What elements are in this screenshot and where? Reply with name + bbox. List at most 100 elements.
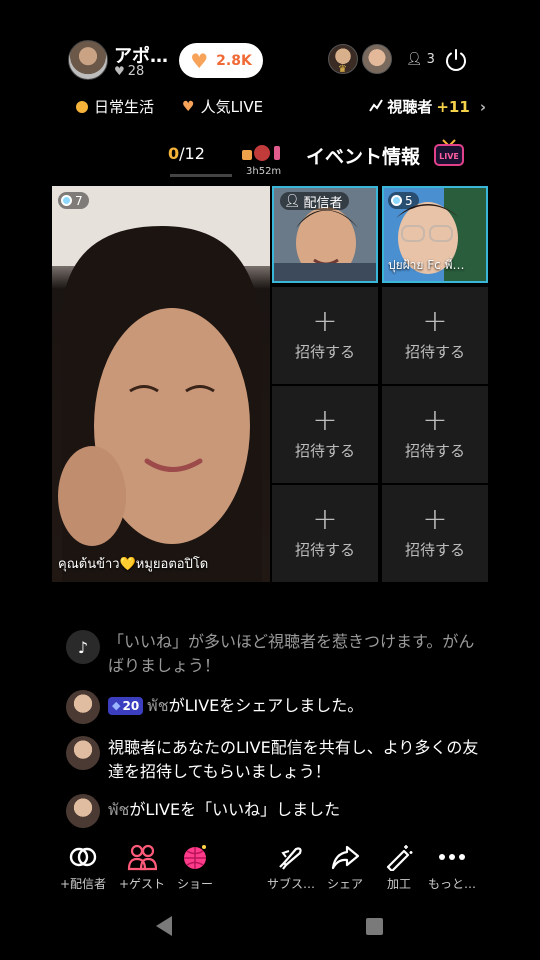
guests-icon xyxy=(127,844,157,871)
progress-total: /12 xyxy=(179,144,205,163)
host-avatar[interactable] xyxy=(68,40,108,80)
host-role-tag: 👤︎ 配信者 xyxy=(280,192,349,211)
subscription-button[interactable]: サブス… xyxy=(261,843,321,892)
message-body: がLIVEを「いいね」しました xyxy=(129,800,341,819)
level-badge[interactable]: ◆ 20 xyxy=(108,697,144,715)
svg-text:LIVE: LIVE xyxy=(439,152,459,161)
viewer-count-value: 7 xyxy=(75,193,83,208)
plus-icon: + xyxy=(312,502,338,537)
progress-underline xyxy=(170,174,232,177)
tiktok-logo-icon: ♪ xyxy=(66,630,100,664)
system-tip-text: 「いいね」が多いほど視聴者を惹きつけます。がんばりましょう！ xyxy=(108,632,475,675)
event-timer: 3h52m xyxy=(246,166,282,177)
eye-icon xyxy=(391,195,402,206)
level-value: 20 xyxy=(122,699,140,713)
username[interactable]: พัช xyxy=(147,696,168,715)
host-video-cell[interactable]: 👤︎ 配信者 xyxy=(272,186,378,283)
effects-label: 加工 xyxy=(386,877,411,891)
heart-icon: ♥ xyxy=(114,64,125,78)
viewers-ranking-link[interactable]: 視聴者 +11 › xyxy=(369,96,486,117)
person-icon: 👤︎ xyxy=(406,52,427,67)
invite-label: 招待する xyxy=(294,442,355,460)
like-count: 2.8K xyxy=(216,52,252,69)
host-avatar-small[interactable] xyxy=(66,736,100,770)
message-body: がLIVEをシェアしました。 xyxy=(168,696,364,715)
live-tv-icon[interactable]: LIVE xyxy=(433,139,465,167)
crown-icon: ♛ xyxy=(338,64,347,75)
invite-label: 招待する xyxy=(404,343,465,361)
host-likes: ♥ 28 xyxy=(114,64,144,79)
invite-slot[interactable]: + 招待する xyxy=(382,485,488,582)
invite-slot[interactable]: + 招待する xyxy=(272,287,378,384)
top-viewer-avatar[interactable]: ♛ xyxy=(328,44,358,75)
viewers-delta: +11 xyxy=(436,97,470,116)
viewer-count-badge: 7 xyxy=(58,192,89,209)
add-host-button[interactable]: +配信者 xyxy=(53,843,113,892)
viewer-count[interactable]: 👤︎ 3 xyxy=(406,52,435,67)
plus-icon: + xyxy=(312,304,338,339)
invite-label: 招待する xyxy=(404,442,465,460)
guest-name-caption: คุณต้นข้าว💛หมูยอตอปิโด xyxy=(58,557,209,572)
invite-label: 招待する xyxy=(294,343,355,361)
heart-icon: ♥ xyxy=(190,48,209,73)
person-icon: 👤︎ xyxy=(284,193,301,209)
invite-label: 招待する xyxy=(404,541,465,559)
tag-popular-live-label: 人気LIVE xyxy=(200,98,264,116)
chat-message-text: พัชがLIVEを「いいね」しました xyxy=(108,798,480,822)
add-guest-label: +ゲスト xyxy=(118,877,166,891)
subscription-label: サブス… xyxy=(266,877,315,891)
invite-slot[interactable]: + 招待する xyxy=(272,386,378,483)
rocket-icon xyxy=(279,847,302,870)
more-icon xyxy=(439,854,465,860)
magic-wand-icon xyxy=(386,845,413,871)
chat-message-text: 視聴者にあなたのLIVE配信を共有し、より多くの友達を招待してもらいましょう！ xyxy=(108,738,479,781)
viewer-count-value: 5 xyxy=(405,193,413,208)
guest-video-cell[interactable]: 5 ปุยฝ้าย Fc พี่… xyxy=(382,186,488,283)
effects-button[interactable]: 加工 xyxy=(369,843,429,892)
tag-daily-life[interactable]: 日常生活 xyxy=(76,96,154,117)
event-progress[interactable]: 0/12 xyxy=(168,144,205,163)
share-icon xyxy=(331,845,360,870)
viewers-label: 視聴者 xyxy=(387,98,433,116)
bar-chart-icon xyxy=(369,98,384,116)
more-label: もっと… xyxy=(427,877,476,891)
main-guest-video[interactable]: 7 คุณต้นข้าว💛หมูยอตอปิโด xyxy=(52,186,270,582)
more-button[interactable]: もっと… xyxy=(422,843,482,892)
show-label: ショー xyxy=(176,877,213,891)
invite-slot[interactable]: + 招待する xyxy=(382,287,488,384)
show-button[interactable]: ショー xyxy=(165,843,225,892)
add-guest-button[interactable]: +ゲスト xyxy=(112,843,172,892)
tag-popular-live[interactable]: ♥ 人気LIVE xyxy=(182,96,263,117)
event-info-title[interactable]: イベント情報 xyxy=(306,142,420,169)
disco-ball-icon xyxy=(184,845,206,869)
invite-slot[interactable]: + 招待する xyxy=(272,485,378,582)
link-icon xyxy=(69,847,97,867)
recents-square-icon[interactable] xyxy=(366,918,383,935)
plus-icon: + xyxy=(422,502,448,537)
share-button[interactable]: シェア xyxy=(315,843,375,892)
plus-icon: + xyxy=(312,403,338,438)
share-label: シェア xyxy=(326,877,363,891)
guest-face-image xyxy=(52,186,270,582)
top-bar: アポ… ♥ 28 ♥ 2.8K ♛ 👤︎ 3 xyxy=(68,40,482,84)
invite-slot[interactable]: + 招待する xyxy=(382,386,488,483)
back-triangle-icon[interactable] xyxy=(156,916,172,936)
eye-icon xyxy=(61,195,72,206)
chat-message-text: 「いいね」が多いほど視聴者を惹きつけます。がんばりましょう！ xyxy=(108,630,480,678)
system-nav-bar xyxy=(0,896,540,960)
invite-label: 招待する xyxy=(294,541,355,559)
plus-icon: + xyxy=(422,304,448,339)
user-avatar[interactable] xyxy=(66,794,100,828)
like-counter-pill[interactable]: ♥ 2.8K xyxy=(179,43,263,78)
event-gift-icon[interactable] xyxy=(240,142,286,164)
top-viewer-avatar[interactable] xyxy=(362,44,392,74)
user-avatar[interactable] xyxy=(66,690,100,724)
chat-message-text: ◆ 20 พัชがLIVEをシェアしました。 xyxy=(108,694,480,718)
host-role-label: 配信者 xyxy=(303,195,343,211)
username[interactable]: พัช xyxy=(108,800,129,819)
plus-icon: + xyxy=(422,403,448,438)
category-dot-icon xyxy=(76,100,88,113)
power-icon[interactable] xyxy=(444,48,468,72)
guest-name-caption: ปุยฝ้าย Fc พี่… xyxy=(388,258,465,272)
host-likes-count: 28 xyxy=(127,64,145,79)
